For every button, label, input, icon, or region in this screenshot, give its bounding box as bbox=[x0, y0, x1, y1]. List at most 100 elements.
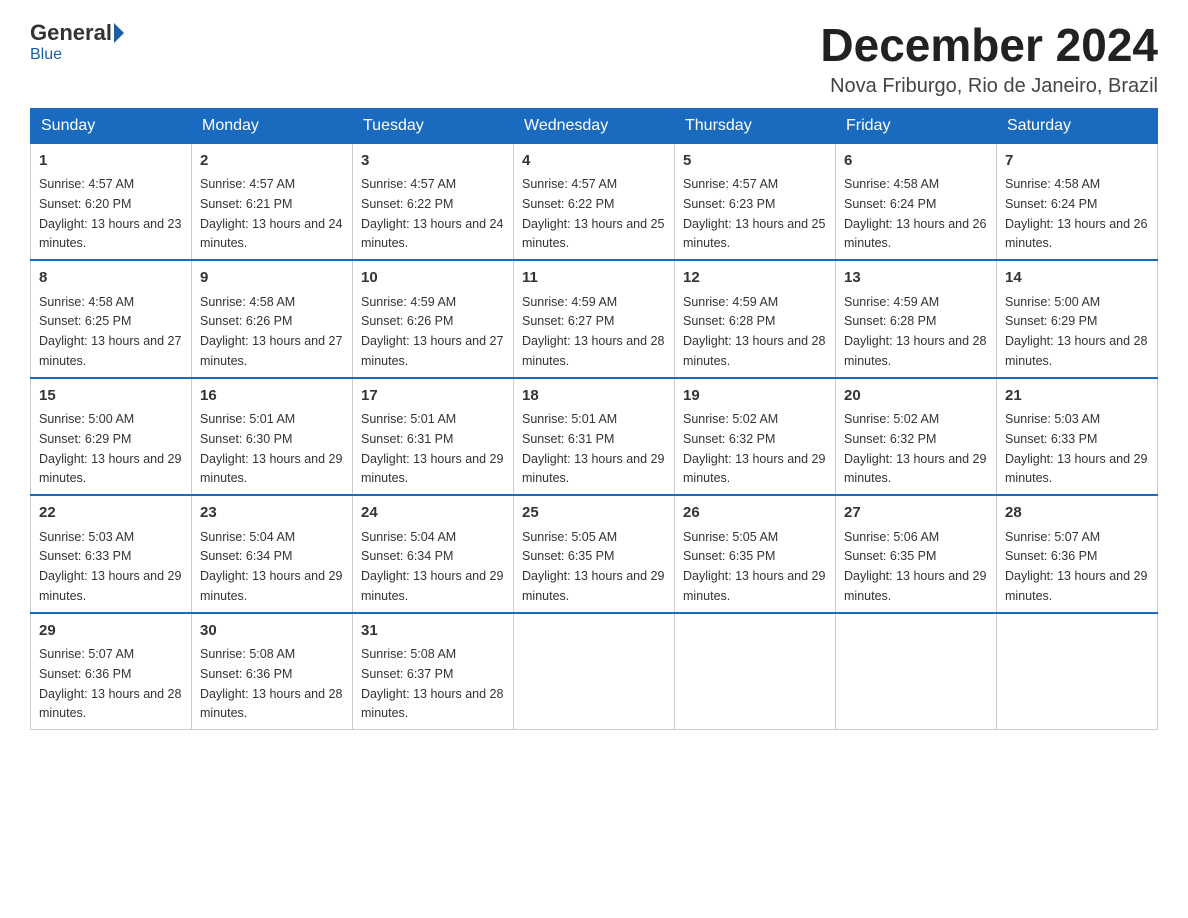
day-sunrise: Sunrise: 5:03 AM bbox=[39, 530, 134, 544]
logo: General Blue bbox=[30, 20, 126, 64]
day-number: 31 bbox=[361, 620, 505, 643]
weekday-header-thursday: Thursday bbox=[675, 108, 836, 143]
day-sunrise: Sunrise: 5:01 AM bbox=[522, 412, 617, 426]
calendar-cell: 31 Sunrise: 5:08 AM Sunset: 6:37 PM Dayl… bbox=[353, 613, 514, 730]
day-number: 7 bbox=[1005, 150, 1149, 173]
day-number: 19 bbox=[683, 385, 827, 408]
calendar-cell: 28 Sunrise: 5:07 AM Sunset: 6:36 PM Dayl… bbox=[997, 495, 1158, 613]
calendar-cell: 7 Sunrise: 4:58 AM Sunset: 6:24 PM Dayli… bbox=[997, 143, 1158, 260]
day-number: 21 bbox=[1005, 385, 1149, 408]
calendar-cell: 22 Sunrise: 5:03 AM Sunset: 6:33 PM Dayl… bbox=[31, 495, 192, 613]
day-sunrise: Sunrise: 4:57 AM bbox=[522, 177, 617, 191]
day-sunrise: Sunrise: 4:59 AM bbox=[844, 295, 939, 309]
calendar-week-row: 22 Sunrise: 5:03 AM Sunset: 6:33 PM Dayl… bbox=[31, 495, 1158, 613]
day-sunrise: Sunrise: 5:08 AM bbox=[361, 647, 456, 661]
day-sunset: Sunset: 6:28 PM bbox=[844, 314, 936, 328]
day-sunset: Sunset: 6:36 PM bbox=[200, 667, 292, 681]
day-sunrise: Sunrise: 5:05 AM bbox=[522, 530, 617, 544]
day-sunrise: Sunrise: 4:58 AM bbox=[844, 177, 939, 191]
day-sunset: Sunset: 6:29 PM bbox=[1005, 314, 1097, 328]
weekday-header-saturday: Saturday bbox=[997, 108, 1158, 143]
day-number: 28 bbox=[1005, 502, 1149, 525]
day-sunset: Sunset: 6:32 PM bbox=[844, 432, 936, 446]
weekday-header-wednesday: Wednesday bbox=[514, 108, 675, 143]
day-number: 24 bbox=[361, 502, 505, 525]
day-number: 29 bbox=[39, 620, 183, 643]
day-number: 20 bbox=[844, 385, 988, 408]
day-sunrise: Sunrise: 4:57 AM bbox=[39, 177, 134, 191]
day-daylight: Daylight: 13 hours and 29 minutes. bbox=[39, 452, 181, 486]
day-number: 14 bbox=[1005, 267, 1149, 290]
title-section: December 2024 Nova Friburgo, Rio de Jane… bbox=[820, 20, 1158, 98]
day-number: 2 bbox=[200, 150, 344, 173]
logo-blue-text: Blue bbox=[30, 46, 62, 64]
day-daylight: Daylight: 13 hours and 27 minutes. bbox=[39, 334, 181, 368]
day-sunset: Sunset: 6:35 PM bbox=[683, 549, 775, 563]
calendar-cell: 4 Sunrise: 4:57 AM Sunset: 6:22 PM Dayli… bbox=[514, 143, 675, 260]
day-sunrise: Sunrise: 5:02 AM bbox=[683, 412, 778, 426]
day-sunset: Sunset: 6:33 PM bbox=[39, 549, 131, 563]
day-sunset: Sunset: 6:34 PM bbox=[361, 549, 453, 563]
calendar-cell: 9 Sunrise: 4:58 AM Sunset: 6:26 PM Dayli… bbox=[192, 260, 353, 378]
day-sunrise: Sunrise: 5:00 AM bbox=[39, 412, 134, 426]
day-sunrise: Sunrise: 5:08 AM bbox=[200, 647, 295, 661]
day-number: 5 bbox=[683, 150, 827, 173]
calendar-cell: 24 Sunrise: 5:04 AM Sunset: 6:34 PM Dayl… bbox=[353, 495, 514, 613]
day-sunrise: Sunrise: 4:57 AM bbox=[683, 177, 778, 191]
calendar-cell: 20 Sunrise: 5:02 AM Sunset: 6:32 PM Dayl… bbox=[836, 378, 997, 496]
weekday-header-tuesday: Tuesday bbox=[353, 108, 514, 143]
day-number: 8 bbox=[39, 267, 183, 290]
calendar-cell: 8 Sunrise: 4:58 AM Sunset: 6:25 PM Dayli… bbox=[31, 260, 192, 378]
day-daylight: Daylight: 13 hours and 29 minutes. bbox=[522, 569, 664, 603]
calendar-cell: 26 Sunrise: 5:05 AM Sunset: 6:35 PM Dayl… bbox=[675, 495, 836, 613]
calendar-cell: 2 Sunrise: 4:57 AM Sunset: 6:21 PM Dayli… bbox=[192, 143, 353, 260]
day-sunset: Sunset: 6:20 PM bbox=[39, 197, 131, 211]
calendar-cell: 12 Sunrise: 4:59 AM Sunset: 6:28 PM Dayl… bbox=[675, 260, 836, 378]
calendar-cell: 6 Sunrise: 4:58 AM Sunset: 6:24 PM Dayli… bbox=[836, 143, 997, 260]
calendar-cell: 15 Sunrise: 5:00 AM Sunset: 6:29 PM Dayl… bbox=[31, 378, 192, 496]
day-sunset: Sunset: 6:36 PM bbox=[1005, 549, 1097, 563]
day-number: 18 bbox=[522, 385, 666, 408]
weekday-header-sunday: Sunday bbox=[31, 108, 192, 143]
day-sunrise: Sunrise: 4:58 AM bbox=[39, 295, 134, 309]
day-sunrise: Sunrise: 5:01 AM bbox=[361, 412, 456, 426]
day-number: 9 bbox=[200, 267, 344, 290]
day-daylight: Daylight: 13 hours and 29 minutes. bbox=[39, 569, 181, 603]
calendar-subtitle: Nova Friburgo, Rio de Janeiro, Brazil bbox=[820, 75, 1158, 98]
calendar-cell: 21 Sunrise: 5:03 AM Sunset: 6:33 PM Dayl… bbox=[997, 378, 1158, 496]
day-sunset: Sunset: 6:32 PM bbox=[683, 432, 775, 446]
day-daylight: Daylight: 13 hours and 28 minutes. bbox=[844, 334, 986, 368]
day-number: 25 bbox=[522, 502, 666, 525]
day-sunrise: Sunrise: 4:59 AM bbox=[522, 295, 617, 309]
day-number: 12 bbox=[683, 267, 827, 290]
day-daylight: Daylight: 13 hours and 29 minutes. bbox=[200, 452, 342, 486]
day-sunrise: Sunrise: 5:02 AM bbox=[844, 412, 939, 426]
day-number: 13 bbox=[844, 267, 988, 290]
day-daylight: Daylight: 13 hours and 29 minutes. bbox=[361, 569, 503, 603]
calendar-cell: 29 Sunrise: 5:07 AM Sunset: 6:36 PM Dayl… bbox=[31, 613, 192, 730]
day-sunset: Sunset: 6:21 PM bbox=[200, 197, 292, 211]
day-number: 1 bbox=[39, 150, 183, 173]
calendar-week-row: 15 Sunrise: 5:00 AM Sunset: 6:29 PM Dayl… bbox=[31, 378, 1158, 496]
day-sunset: Sunset: 6:31 PM bbox=[361, 432, 453, 446]
day-sunset: Sunset: 6:36 PM bbox=[39, 667, 131, 681]
day-sunset: Sunset: 6:34 PM bbox=[200, 549, 292, 563]
calendar-cell: 27 Sunrise: 5:06 AM Sunset: 6:35 PM Dayl… bbox=[836, 495, 997, 613]
calendar-cell: 3 Sunrise: 4:57 AM Sunset: 6:22 PM Dayli… bbox=[353, 143, 514, 260]
day-sunrise: Sunrise: 5:04 AM bbox=[361, 530, 456, 544]
calendar-cell bbox=[836, 613, 997, 730]
day-sunrise: Sunrise: 4:58 AM bbox=[1005, 177, 1100, 191]
day-daylight: Daylight: 13 hours and 29 minutes. bbox=[683, 452, 825, 486]
day-daylight: Daylight: 13 hours and 29 minutes. bbox=[1005, 569, 1147, 603]
day-sunrise: Sunrise: 5:03 AM bbox=[1005, 412, 1100, 426]
day-daylight: Daylight: 13 hours and 27 minutes. bbox=[200, 334, 342, 368]
calendar-cell: 19 Sunrise: 5:02 AM Sunset: 6:32 PM Dayl… bbox=[675, 378, 836, 496]
calendar-table: SundayMondayTuesdayWednesdayThursdayFrid… bbox=[30, 108, 1158, 731]
day-sunrise: Sunrise: 4:57 AM bbox=[361, 177, 456, 191]
day-sunset: Sunset: 6:30 PM bbox=[200, 432, 292, 446]
day-sunrise: Sunrise: 5:01 AM bbox=[200, 412, 295, 426]
weekday-header-row: SundayMondayTuesdayWednesdayThursdayFrid… bbox=[31, 108, 1158, 143]
day-daylight: Daylight: 13 hours and 28 minutes. bbox=[39, 687, 181, 721]
logo-general-text: General bbox=[30, 20, 112, 46]
day-sunset: Sunset: 6:22 PM bbox=[522, 197, 614, 211]
